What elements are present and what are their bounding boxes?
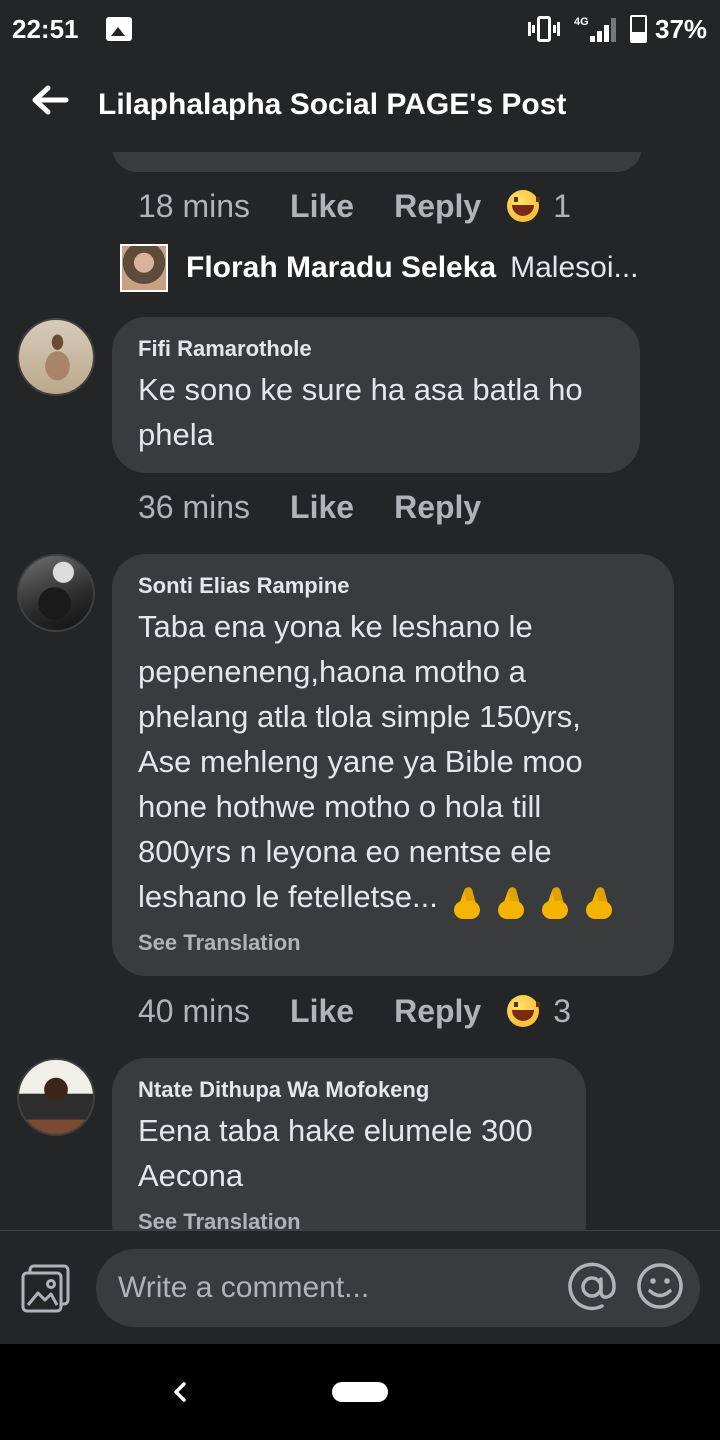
network-type: 4G [574, 16, 589, 28]
crossed-fingers-emoji [496, 886, 526, 919]
laughing-emoji-icon [507, 995, 541, 1027]
like-button[interactable]: Like [290, 489, 354, 526]
crossed-fingers-emojis [438, 886, 614, 919]
avatar[interactable] [17, 318, 95, 396]
gallery-notification-icon [106, 17, 132, 41]
mention-button[interactable] [566, 1261, 618, 1313]
at-sign-icon [568, 1262, 616, 1311]
signal-icon [590, 18, 620, 42]
comment-text: Eena taba hake elumele 300 Aecona [138, 1113, 533, 1193]
comment-actions: 40 mins Like Reply 3 [138, 991, 571, 1031]
nav-back-icon[interactable] [166, 1374, 194, 1410]
comment-text: Ke sono ke sure ha asa batla ho phela [138, 372, 583, 452]
page-title: Lilaphalapha Social PAGE's Post [98, 88, 567, 121]
status-time: 22:51 [12, 14, 79, 44]
comment-composer [0, 1230, 720, 1344]
laughing-emoji-icon [507, 190, 541, 222]
crossed-fingers-emoji [540, 886, 570, 919]
avatar [120, 244, 168, 292]
reply-author: Florah Maradu Seleka [186, 251, 497, 284]
comment-author[interactable]: Ntate Dithupa Wa Mofokeng [138, 1076, 560, 1104]
crossed-fingers-emoji [584, 886, 614, 919]
reply-button[interactable]: Reply [394, 993, 481, 1030]
comment-time: 18 mins [138, 187, 251, 224]
comment-author[interactable]: Fifi Ramarothole [138, 335, 614, 363]
reaction-summary[interactable]: 3 [507, 993, 571, 1030]
reaction-summary[interactable]: 1 [507, 188, 571, 225]
reply-preview[interactable]: Florah Maradu Seleka Malesoi... [120, 244, 639, 292]
app-header: Lilaphalapha Social PAGE's Post [0, 60, 720, 152]
comment-author[interactable]: Sonti Elias Rampine [138, 572, 648, 600]
reaction-count: 1 [553, 187, 572, 224]
crossed-fingers-emoji [452, 886, 482, 919]
battery-icon [630, 15, 647, 43]
comment-actions: 36 mins Like Reply [138, 487, 521, 527]
reaction-count: 3 [553, 992, 572, 1029]
reply-button[interactable]: Reply [394, 188, 481, 225]
comment-time: 40 mins [138, 992, 251, 1029]
comment-bubble: Sonti Elias Rampine Taba ena yona ke les… [112, 554, 674, 976]
comment-time: 36 mins [138, 488, 251, 525]
reply-button[interactable]: Reply [394, 489, 481, 526]
comment-actions: 18 mins Like Reply 1 [138, 186, 571, 226]
reply-text: Malesoi... [510, 251, 639, 284]
comments-feed[interactable]: 18 mins Like Reply 1 Florah Maradu Selek… [0, 152, 720, 1230]
vibrate-icon [528, 16, 560, 42]
smiley-icon [637, 1263, 683, 1309]
system-nav-bar [0, 1344, 720, 1440]
avatar[interactable] [17, 1058, 95, 1136]
like-button[interactable]: Like [290, 188, 354, 225]
see-translation-link[interactable]: See Translation [138, 1208, 560, 1230]
nav-home-button[interactable] [332, 1382, 388, 1402]
see-translation-link[interactable]: See Translation [138, 929, 648, 957]
back-button[interactable] [28, 80, 72, 124]
comment-text: Taba ena yona ke leshano le pepeneneng,h… [138, 609, 583, 914]
previous-comment-bubble [112, 152, 642, 172]
photo-button[interactable] [20, 1263, 72, 1313]
emoji-button[interactable] [635, 1261, 685, 1311]
arrow-left-icon [32, 85, 69, 115]
comment-bubble: Ntate Dithupa Wa Mofokeng Eena taba hake… [112, 1058, 586, 1230]
battery-percent: 37% [655, 14, 708, 44]
avatar[interactable] [17, 554, 95, 632]
photo-icon [21, 1264, 70, 1313]
comment-bubble: Fifi Ramarothole Ke sono ke sure ha asa … [112, 317, 640, 473]
status-bar: 22:51 4G 37% [0, 0, 720, 60]
like-button[interactable]: Like [290, 993, 354, 1030]
